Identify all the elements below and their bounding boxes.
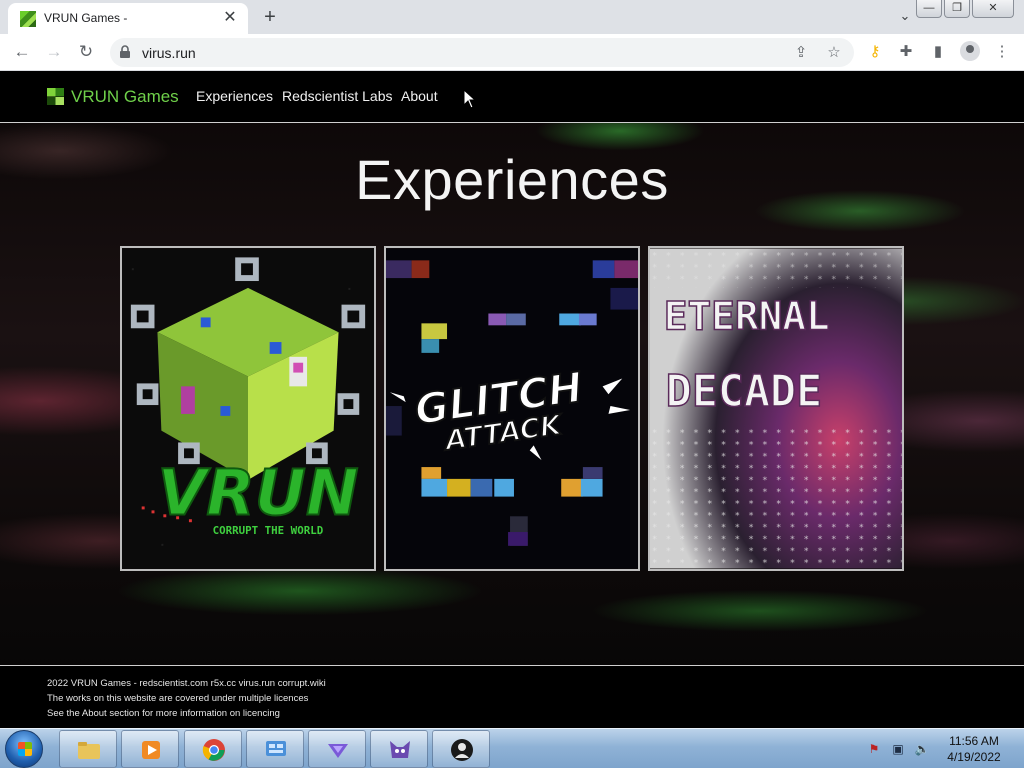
control-panel-icon bbox=[266, 741, 286, 756]
experience-card-eternal-decade[interactable]: * ETERNAL DECADE bbox=[648, 246, 904, 571]
extensions-puzzle-icon[interactable]: ✚ bbox=[895, 41, 917, 63]
nav-redscientist-labs[interactable]: Redscientist Labs bbox=[282, 88, 393, 104]
new-tab-button[interactable]: + bbox=[258, 5, 282, 29]
taskbar-app-agent[interactable] bbox=[432, 730, 490, 768]
tab-close-button[interactable]: ✕ bbox=[220, 8, 240, 28]
site-navbar: VRUN Games Experiences Redscientist Labs… bbox=[0, 71, 1024, 123]
agent-icon bbox=[451, 739, 473, 761]
experience-card-vrun[interactable]: VRUN CORRUPT THE WORLD bbox=[120, 246, 376, 571]
site-favicon-icon bbox=[20, 11, 36, 27]
svg-text:VRUN: VRUN bbox=[157, 456, 358, 529]
page-title: Experiences bbox=[355, 148, 669, 211]
folder-icon bbox=[78, 742, 100, 759]
windows-taskbar: ⚑ ▣ 🔈 11:56 AM 4/19/2022 bbox=[0, 728, 1024, 768]
footer-licence-note: The works on this website are covered un… bbox=[47, 693, 309, 704]
web-page: VRUN Games Experiences Redscientist Labs… bbox=[0, 71, 1024, 728]
menu-kebab-icon[interactable]: ⋮ bbox=[991, 41, 1013, 63]
extension-key-icon[interactable]: ⚷ bbox=[864, 41, 886, 63]
taskbar-app-creature[interactable] bbox=[370, 730, 428, 768]
nav-about[interactable]: About bbox=[401, 88, 438, 104]
back-arrow-icon[interactable]: ← bbox=[10, 40, 34, 64]
vrun-cover-art: VRUN CORRUPT THE WORLD bbox=[122, 248, 374, 569]
media-player-icon bbox=[142, 741, 160, 759]
brand-link[interactable]: VRUN Games bbox=[71, 87, 179, 107]
close-window-button[interactable]: ✕ bbox=[972, 0, 1014, 18]
profile-avatar-icon[interactable] bbox=[960, 41, 980, 61]
eternal-decade-cover-art: * ETERNAL DECADE bbox=[650, 248, 902, 569]
side-panel-icon[interactable]: ▮ bbox=[927, 41, 949, 63]
glitch-attack-cover-art: GLITCH ATTACK bbox=[386, 248, 638, 569]
restore-button[interactable]: ❐ bbox=[944, 0, 970, 18]
taskbar-explorer[interactable] bbox=[59, 730, 117, 768]
nav-experiences[interactable]: Experiences bbox=[196, 88, 273, 104]
lock-icon[interactable] bbox=[118, 45, 132, 59]
svg-text:CORRUPT THE WORLD: CORRUPT THE WORLD bbox=[213, 524, 324, 537]
chrome-icon bbox=[202, 739, 225, 761]
share-icon[interactable]: ⇪ bbox=[790, 42, 812, 64]
svg-text:ETERNAL: ETERNAL bbox=[664, 293, 830, 339]
vrun-logo-text: VRUN CORRUPT THE WORLD bbox=[156, 455, 359, 537]
action-center-flag-icon[interactable]: ⚑ bbox=[866, 742, 882, 756]
tab-title: VRUN Games - bbox=[44, 11, 128, 25]
mouse-cursor-icon bbox=[463, 89, 477, 109]
forward-arrow-icon[interactable]: → bbox=[42, 40, 66, 64]
url-text[interactable]: virus.run bbox=[142, 45, 196, 61]
triangle-logo-icon bbox=[328, 744, 348, 758]
taskbar-app-triangle[interactable] bbox=[308, 730, 366, 768]
browser-toolbar: ← → ↻ virus.run ⇪ ☆ ⚷ ✚ ▮ ⋮ bbox=[0, 34, 1024, 71]
footer-about-note: See the About section for more informati… bbox=[47, 708, 280, 719]
network-icon[interactable]: ▣ bbox=[890, 742, 906, 756]
clock-date[interactable]: 4/19/2022 bbox=[941, 750, 1007, 764]
svg-text:DECADE: DECADE bbox=[666, 367, 822, 417]
taskbar-control-panel[interactable] bbox=[246, 730, 304, 768]
address-bar[interactable]: virus.run ⇪ ☆ bbox=[110, 38, 854, 67]
start-button[interactable] bbox=[5, 730, 43, 768]
taskbar-media-player[interactable] bbox=[121, 730, 179, 768]
volume-icon[interactable]: 🔈 bbox=[914, 742, 930, 756]
taskbar-chrome[interactable] bbox=[184, 730, 242, 768]
experience-card-glitch-attack[interactable]: GLITCH ATTACK bbox=[384, 246, 640, 571]
reload-icon[interactable]: ↻ bbox=[74, 40, 98, 64]
tab-search-chevron-down-icon[interactable]: ⌄ bbox=[893, 8, 917, 26]
browser-tab-bar: VRUN Games - ✕ + ⌄ — ❐ ✕ bbox=[0, 0, 1024, 34]
footer-copyright: 2022 VRUN Games - redscientist.com r5x.c… bbox=[47, 678, 326, 689]
site-footer: 2022 VRUN Games - redscientist.com r5x.c… bbox=[0, 665, 1024, 728]
window-controls: — ❐ ✕ bbox=[916, 0, 1014, 18]
minimize-button[interactable]: — bbox=[916, 0, 942, 18]
creature-icon bbox=[390, 741, 410, 758]
clock-time[interactable]: 11:56 AM bbox=[941, 734, 1007, 748]
bookmark-star-icon[interactable]: ☆ bbox=[823, 42, 845, 64]
brand-logo-icon[interactable] bbox=[47, 88, 64, 105]
browser-tab[interactable]: VRUN Games - ✕ bbox=[8, 3, 248, 34]
